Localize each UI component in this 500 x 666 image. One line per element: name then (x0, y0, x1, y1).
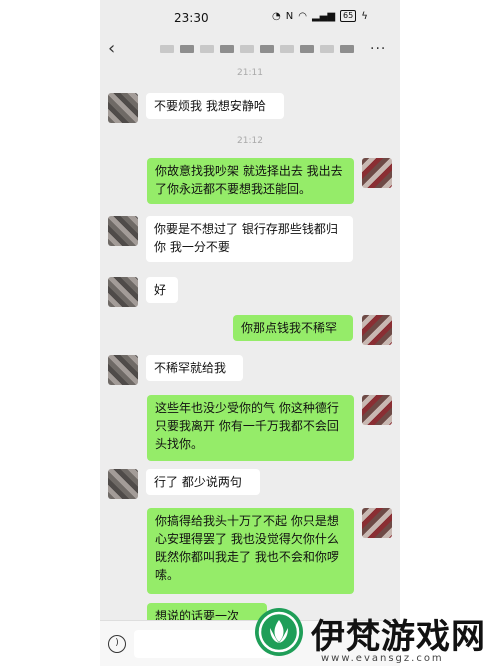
watermark-logo (255, 608, 303, 656)
avatar[interactable] (108, 93, 138, 123)
message-out: 这些年也没少受你的气 你这种德行 只要我离开 你有一千万我都不会回头找你。 (147, 395, 354, 461)
site-watermark: 伊梵游戏网 www.evansgz.com (255, 605, 500, 666)
alarm-icon: ◔ (272, 10, 281, 22)
avatar[interactable] (362, 395, 392, 425)
timestamp: 21:11 (237, 68, 263, 78)
status-time: 23:30 (174, 11, 209, 25)
charging-icon: ϟ (361, 10, 368, 22)
avatar[interactable] (108, 355, 138, 385)
back-icon[interactable]: ‹ (108, 38, 115, 60)
avatar[interactable] (108, 277, 138, 307)
contact-name-blurred (160, 45, 354, 53)
message-input[interactable] (134, 630, 274, 658)
message-out: 你那点钱我不稀罕 (233, 315, 353, 341)
message-in: 好 (146, 277, 178, 303)
watermark-url: www.evansgz.com (321, 653, 444, 664)
chat-title-bar: ‹ ··· (100, 36, 400, 64)
chat-screen: 23:30 ◔ N ◠ ▂▄▆ 65 ϟ ‹ ··· 21:11 不要烦我 我想… (100, 0, 400, 666)
battery-icon: 65 (340, 10, 357, 22)
timestamp: 21:12 (237, 136, 263, 146)
avatar[interactable] (108, 469, 138, 499)
wifi-icon: ◠ (298, 10, 307, 22)
message-in: 行了 都少说两句 (146, 469, 260, 495)
avatar[interactable] (362, 508, 392, 538)
more-options-icon[interactable]: ··· (370, 41, 386, 57)
message-in: 不要烦我 我想安静哈 (146, 93, 284, 119)
avatar[interactable] (362, 315, 392, 345)
message-out: 你故意找我吵架 就选择出去 我出去了你永远都不要想我还能回。 (147, 158, 354, 204)
voice-input-icon[interactable]: ) (108, 635, 126, 653)
status-bar: 23:30 ◔ N ◠ ▂▄▆ 65 ϟ (100, 0, 400, 36)
message-in: 不稀罕就给我 (146, 355, 243, 381)
message-out: 你搞得给我头十万了不起 你只是想心安理得罢了 我也没觉得欠你什么 既然你都叫我走… (147, 508, 354, 594)
avatar[interactable] (362, 158, 392, 188)
avatar[interactable] (108, 216, 138, 246)
message-in: 你要是不想过了 银行存那些钱都归你 我一分不要 (146, 216, 353, 262)
nfc-icon: N (285, 10, 294, 22)
watermark-brand: 伊梵游戏网 (311, 617, 486, 657)
status-icons: ◔ N ◠ ▂▄▆ 65 ϟ (272, 10, 368, 22)
signal-icon: ▂▄▆ (311, 10, 336, 22)
